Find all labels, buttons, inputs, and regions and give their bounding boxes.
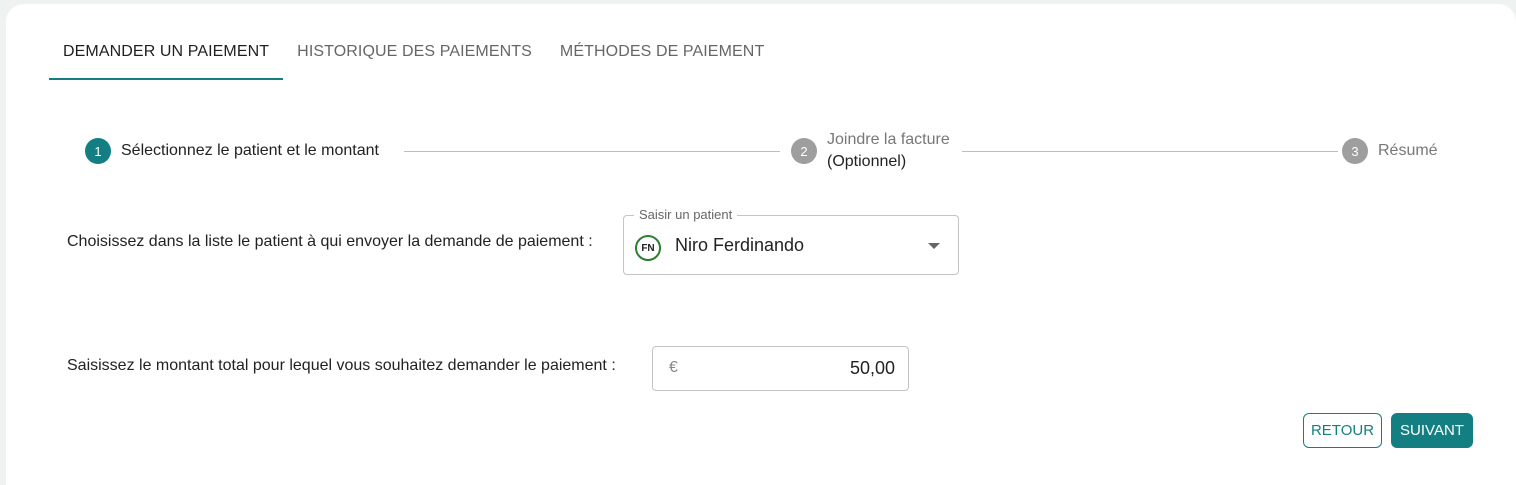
tab-request-payment[interactable]: DEMANDER UN PAIEMENT [49, 34, 284, 80]
amount-input[interactable] [693, 355, 895, 382]
back-button[interactable]: RETOUR [1303, 413, 1382, 448]
caret-down-icon[interactable] [928, 243, 940, 249]
patient-select[interactable]: Saisir un patient FN Niro Ferdinando [623, 207, 959, 275]
step-2: 2 Joindre la facture (Optionnel) [791, 126, 950, 176]
patient-prompt: Choisissez dans la liste le patient à qu… [67, 233, 593, 250]
step-connector-1 [404, 151, 780, 152]
step-1-label: Sélectionnez le patient et le montant [121, 142, 379, 159]
step-2-label: Joindre la facture (Optionnel) [827, 129, 950, 173]
tab-payment-methods[interactable]: MÉTHODES DE PAIEMENT [546, 34, 778, 80]
step-2-title: Joindre la facture [827, 131, 950, 148]
step-3-label: Résumé [1378, 142, 1438, 159]
step-connector-2 [962, 151, 1338, 152]
patient-select-label: Saisir un patient [634, 207, 738, 222]
step-2-number: 2 [791, 138, 817, 164]
step-3: 3 Résumé [1342, 126, 1438, 176]
step-1: 1 Sélectionnez le patient et le montant [85, 126, 379, 176]
tab-payment-history[interactable]: HISTORIQUE DES PAIEMENTS [283, 34, 546, 80]
step-2-subtitle: (Optionnel) [827, 153, 907, 170]
euro-icon: € [669, 359, 678, 376]
step-3-number: 3 [1342, 138, 1368, 164]
patient-avatar: FN [635, 235, 661, 261]
stepper: 1 Sélectionnez le patient et le montant … [85, 126, 1438, 176]
step-1-number: 1 [85, 138, 111, 164]
tab-bar: DEMANDER UN PAIEMENT HISTORIQUE DES PAIE… [49, 34, 778, 80]
payment-card: DEMANDER UN PAIEMENT HISTORIQUE DES PAIE… [6, 4, 1516, 485]
amount-field[interactable]: € [652, 346, 909, 391]
next-button[interactable]: SUIVANT [1391, 413, 1473, 448]
patient-selected-name: Niro Ferdinando [675, 235, 805, 255]
amount-prompt: Saisissez le montant total pour lequel v… [67, 357, 616, 374]
